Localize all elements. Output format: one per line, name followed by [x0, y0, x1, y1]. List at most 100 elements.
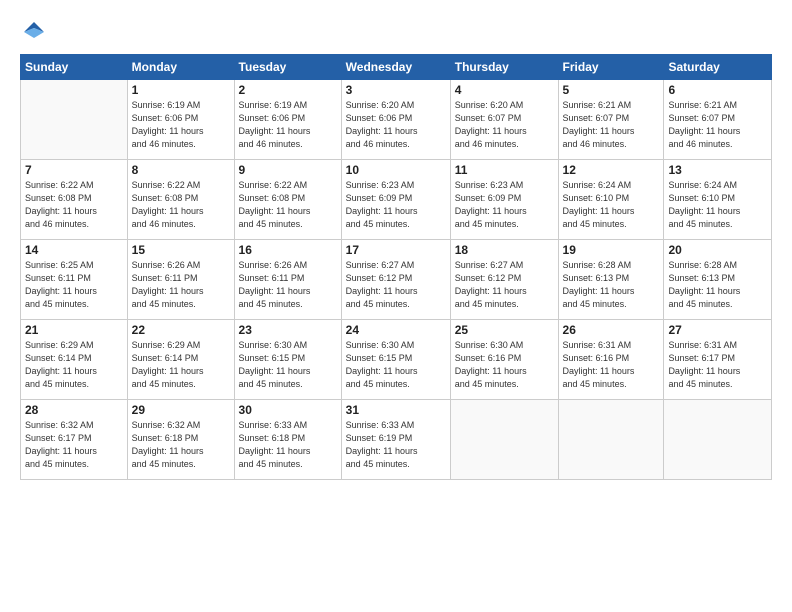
calendar-cell: 6 Sunrise: 6:21 AM Sunset: 6:07 PM Daylig…: [664, 80, 772, 160]
day-number: 16: [239, 243, 337, 257]
calendar-cell: 5 Sunrise: 6:21 AM Sunset: 6:07 PM Daylig…: [558, 80, 664, 160]
calendar-cell: 23 Sunrise: 6:30 AM Sunset: 6:15 PM Dayli…: [234, 320, 341, 400]
day-number: 8: [132, 163, 230, 177]
calendar-cell: 25 Sunrise: 6:30 AM Sunset: 6:16 PM Dayli…: [450, 320, 558, 400]
day-number: 27: [668, 323, 767, 337]
day-info: Sunrise: 6:29 AM Sunset: 6:14 PM Dayligh…: [25, 339, 123, 391]
calendar-cell: 18Sunrise: 6:27 AM Sunset: 6:12 PM Dayli…: [450, 240, 558, 320]
calendar-cell: 14 Sunrise: 6:25 AM Sunset: 6:11 PM Dayli…: [21, 240, 128, 320]
day-info: Sunrise: 6:32 AM Sunset: 6:17 PM Dayligh…: [25, 419, 123, 471]
calendar-cell: 19 Sunrise: 6:28 AM Sunset: 6:13 PM Dayli…: [558, 240, 664, 320]
day-number: 6: [668, 83, 767, 97]
day-number: 4: [455, 83, 554, 97]
calendar-cell: 27 Sunrise: 6:31 AM Sunset: 6:17 PM Dayli…: [664, 320, 772, 400]
day-number: 21: [25, 323, 123, 337]
day-info: Sunrise: 6:31 AM Sunset: 6:16 PM Dayligh…: [563, 339, 660, 391]
day-number: 17: [346, 243, 446, 257]
header-day-wednesday: Wednesday: [341, 55, 450, 80]
day-info: Sunrise: 6:22 AM Sunset: 6:08 PM Dayligh…: [25, 179, 123, 231]
week-row-3: 14 Sunrise: 6:25 AM Sunset: 6:11 PM Dayli…: [21, 240, 772, 320]
day-number: 10: [346, 163, 446, 177]
header-day-friday: Friday: [558, 55, 664, 80]
day-info: Sunrise: 6:24 AM Sunset: 6:10 PM Dayligh…: [563, 179, 660, 231]
day-info: Sunrise: 6:20 AM Sunset: 6:07 PM Dayligh…: [455, 99, 554, 151]
day-info: Sunrise: 6:24 AM Sunset: 6:10 PM Dayligh…: [668, 179, 767, 231]
logo: [20, 18, 52, 46]
header-day-saturday: Saturday: [664, 55, 772, 80]
day-number: 11: [455, 163, 554, 177]
calendar-header: SundayMondayTuesdayWednesdayThursdayFrid…: [21, 55, 772, 80]
day-info: Sunrise: 6:21 AM Sunset: 6:07 PM Dayligh…: [668, 99, 767, 151]
day-number: 15: [132, 243, 230, 257]
day-info: Sunrise: 6:22 AM Sunset: 6:08 PM Dayligh…: [239, 179, 337, 231]
day-number: 22: [132, 323, 230, 337]
day-number: 20: [668, 243, 767, 257]
day-number: 3: [346, 83, 446, 97]
day-info: Sunrise: 6:31 AM Sunset: 6:17 PM Dayligh…: [668, 339, 767, 391]
logo-icon: [20, 18, 48, 46]
calendar-cell: 9Sunrise: 6:22 AM Sunset: 6:08 PM Daylig…: [234, 160, 341, 240]
day-number: 14: [25, 243, 123, 257]
header-row: SundayMondayTuesdayWednesdayThursdayFrid…: [21, 55, 772, 80]
calendar-cell: [450, 400, 558, 480]
day-info: Sunrise: 6:23 AM Sunset: 6:09 PM Dayligh…: [346, 179, 446, 231]
day-info: Sunrise: 6:32 AM Sunset: 6:18 PM Dayligh…: [132, 419, 230, 471]
calendar-cell: 1 Sunrise: 6:19 AM Sunset: 6:06 PM Daylig…: [127, 80, 234, 160]
day-info: Sunrise: 6:30 AM Sunset: 6:15 PM Dayligh…: [239, 339, 337, 391]
page: SundayMondayTuesdayWednesdayThursdayFrid…: [0, 0, 792, 612]
calendar-cell: 26 Sunrise: 6:31 AM Sunset: 6:16 PM Dayli…: [558, 320, 664, 400]
day-info: Sunrise: 6:21 AM Sunset: 6:07 PM Dayligh…: [563, 99, 660, 151]
day-info: Sunrise: 6:19 AM Sunset: 6:06 PM Dayligh…: [239, 99, 337, 151]
day-info: Sunrise: 6:28 AM Sunset: 6:13 PM Dayligh…: [563, 259, 660, 311]
header-day-monday: Monday: [127, 55, 234, 80]
day-info: Sunrise: 6:30 AM Sunset: 6:15 PM Dayligh…: [346, 339, 446, 391]
day-info: Sunrise: 6:26 AM Sunset: 6:11 PM Dayligh…: [239, 259, 337, 311]
calendar-cell: 16 Sunrise: 6:26 AM Sunset: 6:11 PM Dayli…: [234, 240, 341, 320]
week-row-1: 1 Sunrise: 6:19 AM Sunset: 6:06 PM Daylig…: [21, 80, 772, 160]
day-info: Sunrise: 6:25 AM Sunset: 6:11 PM Dayligh…: [25, 259, 123, 311]
day-number: 1: [132, 83, 230, 97]
calendar-cell: 28Sunrise: 6:32 AM Sunset: 6:17 PM Dayli…: [21, 400, 128, 480]
day-number: 31: [346, 403, 446, 417]
calendar-cell: 21 Sunrise: 6:29 AM Sunset: 6:14 PM Dayli…: [21, 320, 128, 400]
day-info: Sunrise: 6:33 AM Sunset: 6:18 PM Dayligh…: [239, 419, 337, 471]
day-number: 24: [346, 323, 446, 337]
day-info: Sunrise: 6:23 AM Sunset: 6:09 PM Dayligh…: [455, 179, 554, 231]
calendar-cell: 22 Sunrise: 6:29 AM Sunset: 6:14 PM Dayli…: [127, 320, 234, 400]
calendar-cell: 13 Sunrise: 6:24 AM Sunset: 6:10 PM Dayli…: [664, 160, 772, 240]
calendar-cell: 2 Sunrise: 6:19 AM Sunset: 6:06 PM Daylig…: [234, 80, 341, 160]
calendar-cell: 31 Sunrise: 6:33 AM Sunset: 6:19 PM Dayli…: [341, 400, 450, 480]
calendar-cell: 7 Sunrise: 6:22 AM Sunset: 6:08 PM Daylig…: [21, 160, 128, 240]
day-info: Sunrise: 6:27 AM Sunset: 6:12 PM Dayligh…: [346, 259, 446, 311]
calendar-cell: 24 Sunrise: 6:30 AM Sunset: 6:15 PM Dayli…: [341, 320, 450, 400]
day-number: 7: [25, 163, 123, 177]
day-info: Sunrise: 6:29 AM Sunset: 6:14 PM Dayligh…: [132, 339, 230, 391]
day-number: 5: [563, 83, 660, 97]
day-number: 26: [563, 323, 660, 337]
day-info: Sunrise: 6:26 AM Sunset: 6:11 PM Dayligh…: [132, 259, 230, 311]
calendar-cell: [21, 80, 128, 160]
day-number: 19: [563, 243, 660, 257]
day-number: 25: [455, 323, 554, 337]
calendar-body: 1 Sunrise: 6:19 AM Sunset: 6:06 PM Daylig…: [21, 80, 772, 480]
calendar-cell: 11 Sunrise: 6:23 AM Sunset: 6:09 PM Dayli…: [450, 160, 558, 240]
calendar-cell: 20Sunrise: 6:28 AM Sunset: 6:13 PM Dayli…: [664, 240, 772, 320]
day-number: 30: [239, 403, 337, 417]
week-row-4: 21 Sunrise: 6:29 AM Sunset: 6:14 PM Dayli…: [21, 320, 772, 400]
day-info: Sunrise: 6:20 AM Sunset: 6:06 PM Dayligh…: [346, 99, 446, 151]
header-day-tuesday: Tuesday: [234, 55, 341, 80]
day-number: 23: [239, 323, 337, 337]
header: [20, 18, 772, 46]
calendar-table: SundayMondayTuesdayWednesdayThursdayFrid…: [20, 54, 772, 480]
day-number: 2: [239, 83, 337, 97]
day-info: Sunrise: 6:30 AM Sunset: 6:16 PM Dayligh…: [455, 339, 554, 391]
calendar-cell: 12Sunrise: 6:24 AM Sunset: 6:10 PM Dayli…: [558, 160, 664, 240]
day-number: 29: [132, 403, 230, 417]
calendar-cell: 29 Sunrise: 6:32 AM Sunset: 6:18 PM Dayli…: [127, 400, 234, 480]
calendar-cell: 17 Sunrise: 6:27 AM Sunset: 6:12 PM Dayli…: [341, 240, 450, 320]
day-info: Sunrise: 6:19 AM Sunset: 6:06 PM Dayligh…: [132, 99, 230, 151]
day-info: Sunrise: 6:33 AM Sunset: 6:19 PM Dayligh…: [346, 419, 446, 471]
day-number: 13: [668, 163, 767, 177]
header-day-sunday: Sunday: [21, 55, 128, 80]
calendar-cell: 8Sunrise: 6:22 AM Sunset: 6:08 PM Daylig…: [127, 160, 234, 240]
